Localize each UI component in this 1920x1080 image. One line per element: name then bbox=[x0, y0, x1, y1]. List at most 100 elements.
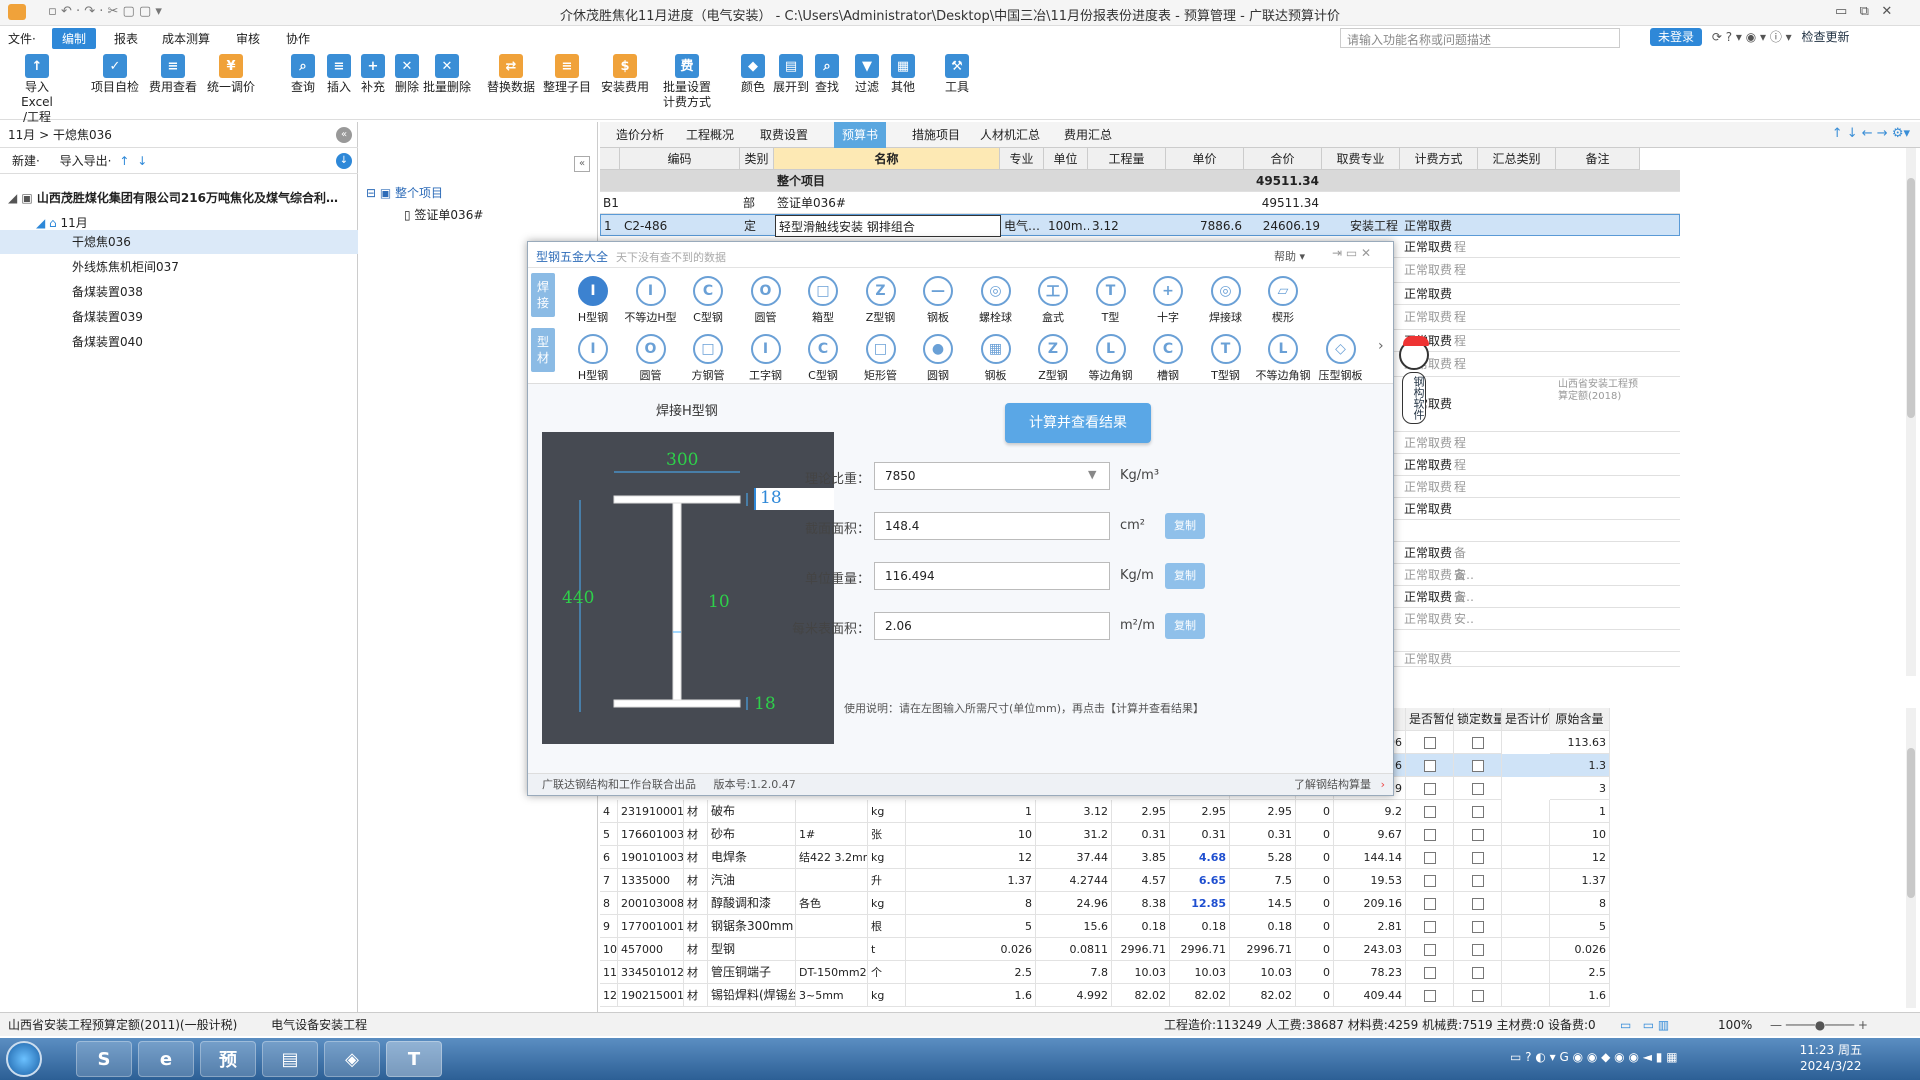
checkbox-icon[interactable] bbox=[1471, 737, 1484, 749]
learn-more-link[interactable]: 了解钢结构算量 bbox=[1294, 774, 1371, 796]
steel-type-profile-6[interactable]: ● 圆钢 bbox=[909, 334, 967, 383]
resource-row[interactable]: 8 200103008 材醇酸调和漆 各色 kg 8 24.96 8.38 12.85 14.5 0… bbox=[600, 892, 1610, 915]
checkbox-icon[interactable] bbox=[1423, 898, 1436, 910]
dialog-help-button[interactable]: 帮助 ▾ bbox=[1274, 248, 1305, 264]
steel-type-weld-11[interactable]: ◎ 焊接球 bbox=[1197, 276, 1255, 325]
check-update-button[interactable]: 检查更新 bbox=[1802, 30, 1850, 44]
task-app-budget-icon[interactable]: 预 bbox=[200, 1041, 256, 1077]
dim-bottom-flange[interactable]: 18 bbox=[754, 694, 776, 714]
checkbox-icon[interactable] bbox=[1423, 875, 1436, 887]
toolbar-fee-view-button[interactable]: ≡ 费用查看 bbox=[146, 54, 200, 95]
steel-type-profile-11[interactable]: T T型钢 bbox=[1197, 334, 1255, 383]
col-header[interactable]: 汇总类别 bbox=[1478, 148, 1556, 170]
col-header[interactable]: 计费方式 bbox=[1400, 148, 1478, 170]
tree-item[interactable]: 备煤装置038 bbox=[0, 280, 358, 304]
steel-type-weld-2[interactable]: C C型钢 bbox=[679, 276, 737, 325]
checkbox-icon[interactable] bbox=[1423, 990, 1436, 1002]
checkbox-cell[interactable] bbox=[1454, 915, 1502, 938]
window-controls[interactable]: ▭ ⧉ ✕ bbox=[1835, 4, 1892, 19]
quick-access-icons[interactable]: ▫ ↶ · ↷ · ✂ ▢ ▢ ▾ bbox=[48, 4, 162, 19]
tree-node-visa-036[interactable]: ▯ 签证单036# bbox=[404, 206, 483, 223]
checkbox-cell[interactable] bbox=[1454, 984, 1502, 1007]
steel-type-profile-3[interactable]: I 工字钢 bbox=[737, 334, 795, 383]
col-header[interactable]: 专业 bbox=[1000, 148, 1044, 170]
zoom-slider[interactable]: — ────●──── + bbox=[1770, 1013, 1868, 1037]
resource-row[interactable]: 11 334501012 材管压铜端子 DT-150mm2 个 2.5 7.8 10.03 10… bbox=[600, 961, 1610, 984]
checkbox-icon[interactable] bbox=[1471, 990, 1484, 1002]
col-header[interactable] bbox=[600, 148, 620, 170]
steel-type-profile-0[interactable]: I H型钢 bbox=[564, 334, 622, 383]
toolbar-batch-delete-button[interactable]: ✕ 批量删除 bbox=[420, 54, 474, 95]
checkbox-cell[interactable] bbox=[1406, 938, 1454, 961]
steel-type-weld-10[interactable]: + 十字 bbox=[1139, 276, 1197, 325]
checkbox-cell[interactable] bbox=[1406, 961, 1454, 984]
view-mode-icons[interactable]: ▭ ▭ ▥ bbox=[1620, 1013, 1669, 1037]
menu-collab[interactable]: 协作 bbox=[286, 30, 310, 47]
checkbox-icon[interactable] bbox=[1423, 921, 1436, 933]
steel-type-profile-9[interactable]: L 等边角钢 bbox=[1082, 334, 1140, 383]
tab-4[interactable]: 措施项目 bbox=[904, 122, 968, 148]
checkbox-icon[interactable] bbox=[1423, 944, 1436, 956]
checkbox-icon[interactable] bbox=[1423, 737, 1436, 749]
resource-row[interactable]: 5 176601003 材砂布 1# 张 10 31.2 0.31 0.31 0.31 0 9.67 1… bbox=[600, 823, 1610, 846]
checkbox-cell[interactable] bbox=[1454, 961, 1502, 984]
steel-type-profile-8[interactable]: Z Z型钢 bbox=[1024, 334, 1082, 383]
resource-row[interactable]: 9 177001001 材钢锯条300mm 根 5 15.6 0.18 0.18 0.18 0 2.… bbox=[600, 915, 1610, 938]
grid-row[interactable]: 整个项目 49511.34 bbox=[600, 170, 1680, 192]
copy-button[interactable]: 复制 bbox=[1165, 563, 1205, 589]
dialog-window-controls[interactable]: ⇥ ▭ ✕ bbox=[1332, 246, 1371, 260]
nav-arrows[interactable]: ↑ ↓ ← → ⚙▾ bbox=[1832, 126, 1910, 141]
collapse-icon[interactable]: « bbox=[336, 127, 352, 143]
field-input-1[interactable]: 148.4 bbox=[874, 512, 1110, 540]
checkbox-cell[interactable] bbox=[1454, 754, 1502, 777]
menu-edit[interactable]: 编制 bbox=[52, 28, 97, 49]
col-header[interactable]: 取费专业 bbox=[1322, 148, 1400, 170]
toolbar-batch-set-button[interactable]: 费批量设置 计费方式 bbox=[660, 54, 714, 110]
col-header[interactable]: 名称 bbox=[774, 148, 1000, 170]
steel-type-profile-12[interactable]: L 不等边角钢 bbox=[1254, 334, 1312, 383]
grid-cell[interactable]: 整个项目 bbox=[774, 170, 1000, 192]
col-header[interactable]: 类别 bbox=[740, 148, 774, 170]
field-input-3[interactable]: 2.06 bbox=[874, 612, 1110, 640]
checkbox-icon[interactable] bbox=[1471, 875, 1484, 887]
checkbox-cell[interactable] bbox=[1406, 846, 1454, 869]
task-app-steel-icon[interactable]: T bbox=[386, 1041, 442, 1077]
login-button[interactable]: 未登录 bbox=[1650, 28, 1703, 46]
tree-node-whole-project[interactable]: ⊟ ▣ 整个项目 bbox=[366, 184, 443, 201]
steel-type-weld-12[interactable]: ▱ 楔形 bbox=[1254, 276, 1312, 325]
tab-6[interactable]: 费用汇总 bbox=[1056, 122, 1120, 148]
tab-5[interactable]: 人材机汇总 bbox=[972, 122, 1048, 148]
steel-type-weld-7[interactable]: ◎ 螺栓球 bbox=[967, 276, 1025, 325]
task-app-glodon-icon[interactable]: ◈ bbox=[324, 1041, 380, 1077]
checkbox-cell[interactable] bbox=[1454, 777, 1502, 800]
steel-type-weld-6[interactable]: — 钢板 bbox=[909, 276, 967, 325]
resource-row[interactable]: 10 457000 材型钢 t 0.026 0.0811 2996.71 2996.71 299… bbox=[600, 938, 1610, 961]
col-header[interactable]: 是否计价 bbox=[1502, 708, 1550, 731]
checkbox-cell[interactable] bbox=[1406, 777, 1454, 800]
grid-row[interactable]: B1 部 签证单036# 49511.34 bbox=[600, 192, 1680, 214]
checkbox-cell[interactable] bbox=[1454, 731, 1502, 754]
top-grid-scrollbar[interactable] bbox=[1906, 148, 1916, 676]
menu-report[interactable]: 报表 bbox=[114, 30, 138, 47]
toolbar-replace-data-button[interactable]: ⇄ 替换数据 bbox=[484, 54, 538, 95]
checkbox-icon[interactable] bbox=[1471, 852, 1484, 864]
col-header[interactable]: 原始含量 bbox=[1550, 708, 1610, 731]
checkbox-icon[interactable] bbox=[1471, 944, 1484, 956]
mascot-badge[interactable]: 钢构软件 bbox=[1394, 336, 1434, 450]
resource-row[interactable]: 6 190101003 材电焊条 结422 3.2mm kg 12 37.44 3.85 4.6… bbox=[600, 846, 1610, 869]
checkbox-icon[interactable] bbox=[1423, 783, 1436, 795]
move-down-icon[interactable]: ↓ bbox=[137, 154, 147, 168]
checkbox-cell[interactable] bbox=[1406, 869, 1454, 892]
checkbox-icon[interactable] bbox=[1471, 829, 1484, 841]
checkbox-cell[interactable] bbox=[1406, 754, 1454, 777]
tree-item[interactable]: ◢ ▣ 山西茂胜煤化集团有限公司216万吨焦化及煤气综合利… bbox=[0, 186, 358, 210]
copy-button[interactable]: 复制 bbox=[1165, 513, 1205, 539]
system-tray-icons[interactable]: ▭ ? ◐ ▾ G ◉ ◉ ◆ ◉ ◉ ◄ ▮ ▦ bbox=[1510, 1050, 1678, 1064]
start-button-icon[interactable] bbox=[6, 1041, 42, 1077]
col-header[interactable]: 锁定数量 bbox=[1454, 708, 1502, 731]
checkbox-cell[interactable] bbox=[1406, 800, 1454, 823]
checkbox-cell[interactable] bbox=[1454, 800, 1502, 823]
col-header[interactable]: 备注 bbox=[1556, 148, 1640, 170]
resource-row[interactable]: 7 1335000 材汽油升 1.37 4.2744 4.57 6.65 7.5 0 19.53 1… bbox=[600, 869, 1610, 892]
calculate-button[interactable]: 计算并查看结果 bbox=[1005, 403, 1151, 443]
